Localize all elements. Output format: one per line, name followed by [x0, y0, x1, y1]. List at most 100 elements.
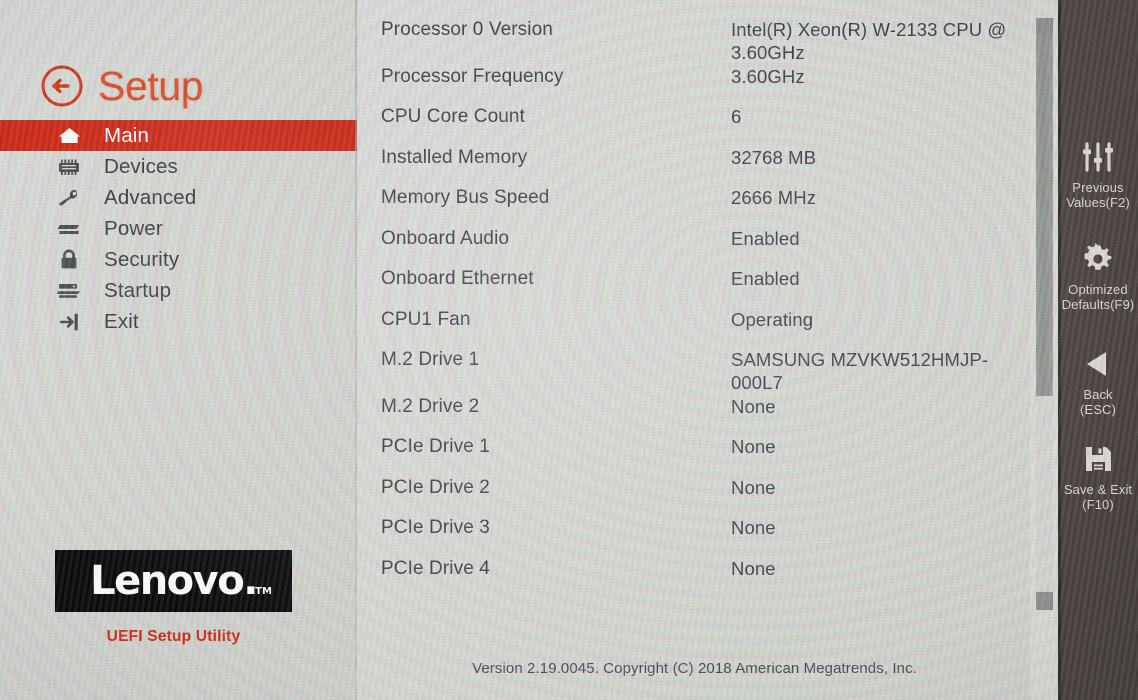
sidebar-item-label: Exit — [104, 309, 139, 333]
gear-icon — [1079, 240, 1117, 278]
rp-line1: Back — [1083, 387, 1113, 402]
info-row-label: Memory Bus Speed — [381, 187, 550, 209]
info-row[interactable]: Processor Frequency 3.60GHz — [359, 65, 1030, 106]
sidebar-item-security[interactable]: Security — [0, 244, 357, 275]
info-row[interactable]: Onboard Ethernet Enabled — [359, 267, 1030, 308]
info-row-value: 2666 MHz — [731, 187, 817, 209]
info-row-label: CPU Core Count — [381, 106, 525, 128]
sidebar-item-main[interactable]: Main — [0, 120, 357, 151]
info-row[interactable]: CPU Core Count 6 — [359, 105, 1030, 146]
back-button-label: Back (ESC) — [1052, 387, 1138, 418]
info-row-value: 6 — [731, 106, 742, 128]
info-row-value: SAMSUNG MZVKW512HMJP-000L7 — [731, 349, 989, 394]
rp-line2: Defaults(F9) — [1061, 297, 1135, 313]
padlock-icon — [56, 249, 82, 271]
lenovo-logo-tm: TM — [255, 586, 272, 597]
info-row-value: Operating — [731, 308, 814, 330]
content-scrollbar[interactable] — [1036, 18, 1053, 610]
save-and-exit-label: Save & Exit (F10) — [1052, 482, 1138, 513]
info-row[interactable]: Processor 0 Version Intel(R) Xeon(R) W-21… — [359, 18, 1030, 65]
info-row-label: Processor Frequency — [381, 65, 564, 87]
exit-arrow-icon — [56, 311, 82, 333]
rp-line2: (ESC) — [1080, 402, 1116, 418]
sliders-icon — [1079, 138, 1117, 176]
sidebar-item-label: Startup — [104, 278, 172, 302]
sidebar-item-devices[interactable]: Devices — [0, 151, 357, 182]
info-row-value: Intel(R) Xeon(R) W-2133 CPU @ 3.60GHz — [731, 19, 1007, 64]
info-row-value: None — [731, 395, 776, 417]
info-row[interactable]: PCIe Drive 2 None — [359, 476, 1030, 517]
info-row-label: Onboard Ethernet — [381, 268, 534, 290]
server-stack-icon — [56, 280, 82, 302]
sidebar-item-label: Power — [104, 216, 163, 240]
info-row-value: None — [731, 557, 776, 579]
memory-chip-icon — [56, 156, 82, 178]
back-triangle-icon — [1079, 345, 1117, 383]
info-row-value: Enabled — [731, 268, 800, 290]
uefi-utility-caption: UEFI Setup Utility — [106, 628, 241, 645]
sidebar-item-advanced[interactable]: Advanced — [0, 182, 357, 213]
rp-line1: Previous — [1072, 180, 1124, 195]
sidebar-item-label: Security — [104, 247, 180, 271]
lenovo-logo-text: Lenovo — [90, 558, 245, 604]
sidebar-item-exit[interactable]: Exit — [0, 306, 357, 337]
back-arrow-circle-icon[interactable] — [40, 64, 84, 108]
back-button[interactable]: Back (ESC) — [1058, 345, 1138, 418]
setup-header[interactable]: Setup — [40, 62, 204, 109]
floppy-save-icon — [1079, 440, 1117, 478]
info-row-value: None — [731, 476, 776, 498]
info-row[interactable]: PCIe Drive 1 None — [359, 435, 1030, 476]
previous-values-button[interactable]: Previous Values(F2) — [1058, 138, 1138, 211]
info-row[interactable]: PCIe Drive 3 None — [359, 516, 1030, 557]
sidebar-item-label: Devices — [104, 154, 178, 178]
lenovo-logo: Lenovo. TM — [55, 550, 292, 612]
info-row[interactable]: CPU1 Fan Operating — [359, 308, 1030, 349]
info-row-label: PCIe Drive 1 — [381, 436, 490, 458]
rp-line1: Optimized — [1068, 282, 1128, 297]
info-row-label: M.2 Drive 2 — [381, 395, 480, 417]
info-row[interactable]: Onboard Audio Enabled — [359, 227, 1030, 268]
info-row-value: None — [731, 436, 776, 458]
lenovo-logo-dot: . — [243, 558, 258, 604]
rp-line1: Save & Exit — [1063, 482, 1133, 497]
right-action-panel: Previous Values(F2) Optimized Defaults(F… — [1058, 0, 1138, 700]
rp-line2: Values(F2) — [1066, 195, 1130, 211]
power-bars-icon — [56, 218, 82, 240]
page-title: Setup — [98, 62, 204, 109]
optimized-defaults-label: Optimized Defaults(F9) — [1052, 282, 1138, 313]
wrench-icon — [56, 187, 82, 209]
scrollbar-thumb[interactable] — [1036, 33, 1053, 396]
info-row-label: PCIe Drive 3 — [381, 517, 490, 539]
info-row-value: None — [731, 517, 776, 539]
left-sidebar: Setup Main Devices Advanced Power Securi… — [0, 0, 357, 700]
info-row-label: PCIe Drive 4 — [381, 557, 490, 579]
info-row-label: Processor 0 Version — [381, 19, 553, 40]
sidebar-item-label: Main — [104, 123, 150, 147]
info-row[interactable]: Memory Bus Speed 2666 MHz — [359, 186, 1030, 227]
info-row[interactable]: M.2 Drive 1 SAMSUNG MZVKW512HMJP-000L7 — [359, 348, 1030, 395]
scroll-up-arrow-icon[interactable] — [1036, 18, 1053, 33]
footer-version-text: Version 2.19.0045. Copyright (C) 2018 Am… — [472, 660, 917, 677]
save-and-exit-button[interactable]: Save & Exit (F10) — [1058, 440, 1138, 513]
info-row[interactable]: PCIe Drive 4 None — [359, 557, 1030, 598]
home-icon — [56, 125, 82, 147]
info-row[interactable]: M.2 Drive 2 None — [359, 395, 1030, 436]
info-row-value: Enabled — [731, 227, 800, 249]
scroll-down-arrow-icon[interactable] — [1036, 592, 1053, 610]
sidebar-item-power[interactable]: Power — [0, 213, 357, 244]
info-row-value: 3.60GHz — [731, 65, 805, 87]
rp-line2: (F10) — [1082, 497, 1114, 513]
main-content: Processor 0 Version Intel(R) Xeon(R) W-21… — [359, 0, 1030, 700]
bios-setup-screen: Setup Main Devices Advanced Power Securi… — [0, 0, 1138, 700]
optimized-defaults-button[interactable]: Optimized Defaults(F9) — [1058, 240, 1138, 313]
previous-values-label: Previous Values(F2) — [1052, 180, 1138, 211]
info-row-value: 32768 MB — [731, 146, 817, 168]
info-row-label: M.2 Drive 1 — [381, 349, 480, 371]
info-row-label: Onboard Audio — [381, 227, 510, 249]
info-row[interactable]: Installed Memory 32768 MB — [359, 146, 1030, 187]
info-row-label: Installed Memory — [381, 146, 528, 168]
info-row-label: PCIe Drive 2 — [381, 476, 490, 498]
sidebar-nav: Main Devices Advanced Power Security Sta… — [0, 120, 357, 337]
info-row-list: Processor 0 Version Intel(R) Xeon(R) W-21… — [359, 18, 1030, 608]
sidebar-item-startup[interactable]: Startup — [0, 275, 357, 306]
